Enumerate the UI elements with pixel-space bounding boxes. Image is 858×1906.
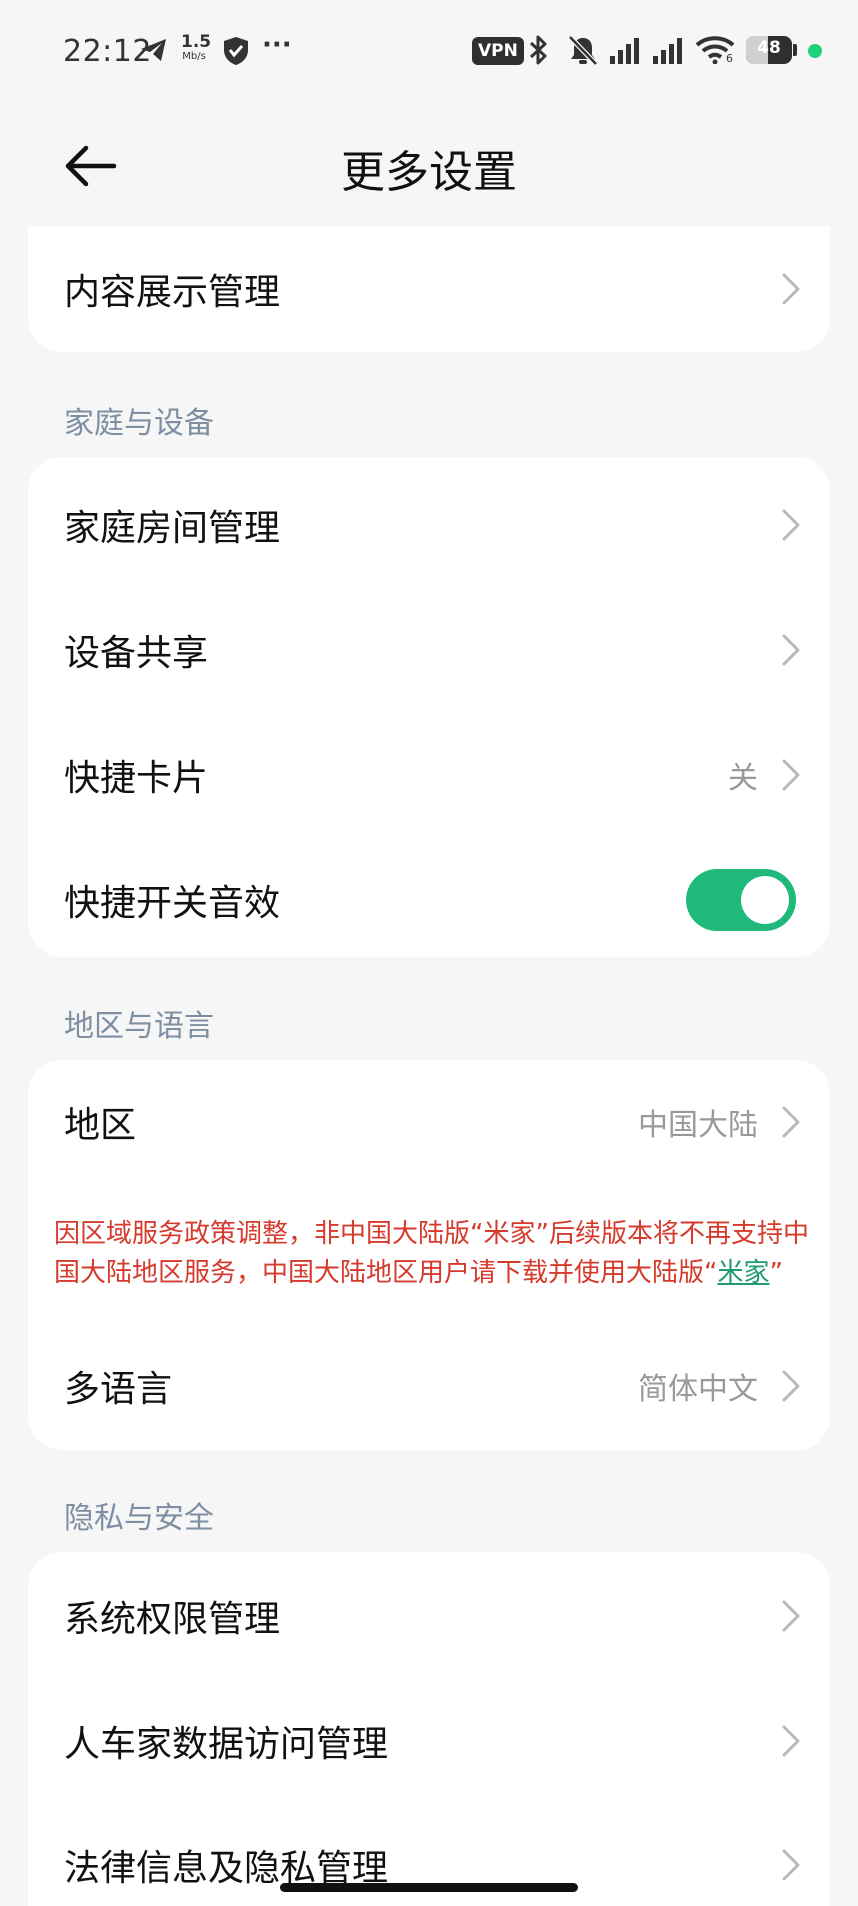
chevron-right-icon bbox=[782, 1106, 800, 1138]
wifi-standard: 6 bbox=[726, 52, 733, 65]
chevron-right-icon bbox=[782, 759, 800, 791]
chevron-right-icon bbox=[782, 1725, 800, 1757]
data-access-management-item[interactable]: 人车家数据访问管理 bbox=[28, 1681, 830, 1801]
chevron-right-icon bbox=[782, 509, 800, 541]
signal-icon bbox=[610, 38, 639, 64]
language-item[interactable]: 多语言 简体中文 bbox=[28, 1326, 830, 1446]
item-value: 关 bbox=[728, 761, 758, 796]
home-indicator[interactable] bbox=[280, 1883, 578, 1892]
status-time: 22:12 bbox=[63, 34, 152, 69]
chevron-right-icon bbox=[782, 1370, 800, 1402]
more-indicator: ··· bbox=[262, 30, 292, 60]
quick-switch-sound-toggle[interactable] bbox=[686, 869, 796, 931]
region-policy-notice: 因区域服务政策调整，非中国大陆版“米家”后续版本将不再支持中国大陆地区服务，中国… bbox=[54, 1215, 812, 1293]
telegram-icon bbox=[141, 39, 166, 61]
region-language-card: 地区 中国大陆 因区域服务政策调整，非中国大陆版“米家”后续版本将不再支持中国大… bbox=[28, 1060, 830, 1450]
page-title: 更多设置 bbox=[341, 147, 517, 198]
battery-icon: 48 bbox=[746, 36, 792, 64]
vpn-badge: VPN bbox=[472, 37, 524, 65]
chevron-right-icon bbox=[782, 1849, 800, 1881]
item-label: 家庭房间管理 bbox=[64, 508, 281, 549]
item-value: 中国大陆 bbox=[638, 1108, 758, 1143]
item-label: 快捷开关音效 bbox=[64, 883, 281, 924]
item-label: 系统权限管理 bbox=[64, 1599, 281, 1640]
item-label: 地区 bbox=[64, 1105, 137, 1146]
content-display-management-item[interactable]: 内容展示管理 bbox=[28, 226, 830, 352]
item-label: 内容展示管理 bbox=[64, 272, 281, 313]
signal-icon bbox=[653, 38, 682, 64]
shield-check-icon bbox=[224, 37, 248, 65]
network-speed: 1.5 Mb/s bbox=[181, 32, 212, 62]
section-title-region-language: 地区与语言 bbox=[64, 1009, 214, 1044]
status-bar: 22:12 1.5 Mb/s ··· VPN 6 48 bbox=[0, 0, 858, 105]
device-sharing-item[interactable]: 设备共享 bbox=[28, 590, 830, 710]
section-title-home-devices: 家庭与设备 bbox=[64, 406, 214, 441]
privacy-security-card: 系统权限管理 人车家数据访问管理 法律信息及隐私管理 bbox=[28, 1552, 830, 1906]
toggle-knob bbox=[741, 876, 789, 924]
item-label: 快捷卡片 bbox=[64, 758, 209, 799]
mute-bell-icon bbox=[568, 35, 598, 66]
section-title-privacy-security: 隐私与安全 bbox=[64, 1501, 214, 1536]
chevron-right-icon bbox=[782, 273, 800, 305]
system-permission-management-item[interactable]: 系统权限管理 bbox=[28, 1556, 830, 1676]
quick-cards-item[interactable]: 快捷卡片 关 bbox=[28, 715, 830, 835]
chevron-right-icon bbox=[782, 1600, 800, 1632]
battery-cap bbox=[793, 44, 797, 56]
notice-end: ” bbox=[769, 1258, 783, 1288]
item-label: 人车家数据访问管理 bbox=[64, 1724, 389, 1765]
battery-level: 48 bbox=[757, 38, 781, 58]
notice-text: 因区域服务政策调整，非中国大陆版“米家”后续版本将不再支持中国大陆地区服务，中国… bbox=[54, 1219, 809, 1288]
region-item[interactable]: 地区 中国大陆 bbox=[28, 1062, 830, 1182]
home-devices-card: 家庭房间管理 设备共享 快捷卡片 关 快捷开关音效 bbox=[28, 457, 830, 957]
content-card: 内容展示管理 bbox=[28, 226, 830, 352]
bluetooth-icon bbox=[529, 35, 547, 65]
privacy-indicator-dot bbox=[808, 44, 822, 58]
item-label: 多语言 bbox=[64, 1369, 173, 1410]
home-room-management-item[interactable]: 家庭房间管理 bbox=[28, 465, 830, 585]
mijia-download-link[interactable]: 米家 bbox=[717, 1258, 769, 1288]
item-value: 简体中文 bbox=[638, 1372, 758, 1407]
quick-switch-sound-item: 快捷开关音效 bbox=[28, 840, 830, 957]
chevron-right-icon bbox=[782, 634, 800, 666]
item-label: 设备共享 bbox=[64, 633, 209, 674]
